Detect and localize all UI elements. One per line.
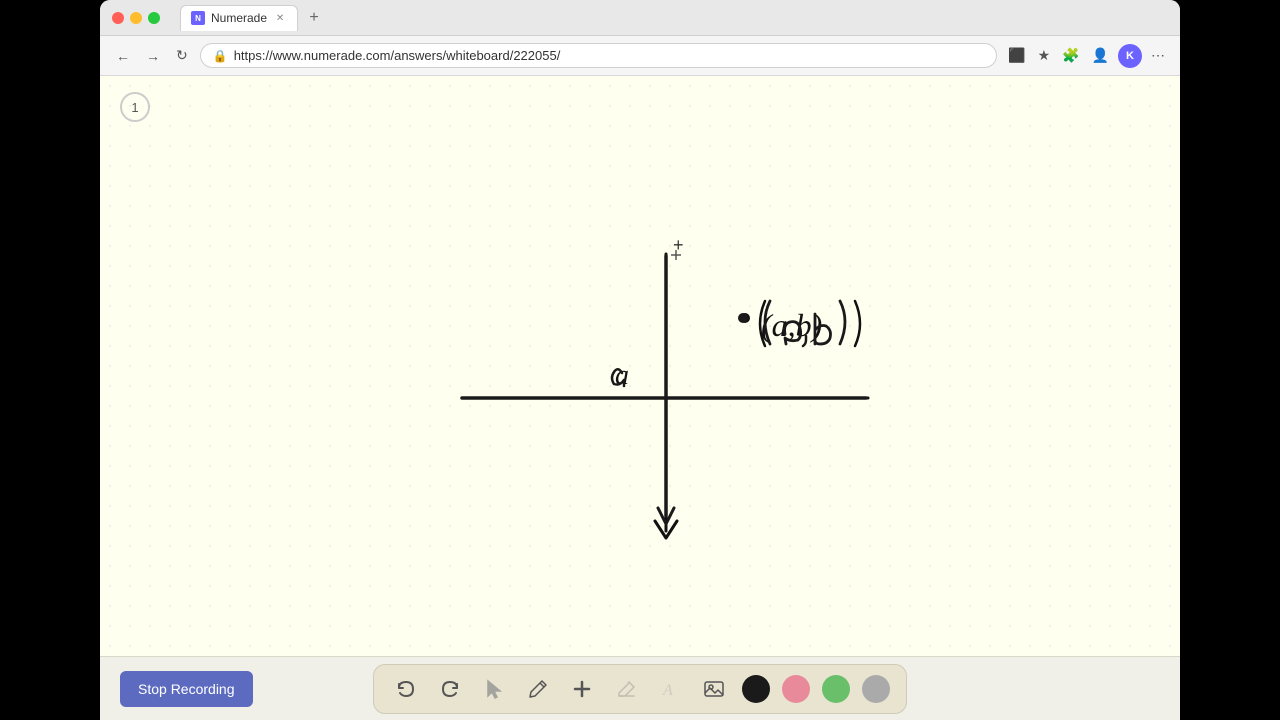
select-icon xyxy=(483,678,505,700)
drawing-tools: A xyxy=(373,664,907,714)
redo-button[interactable] xyxy=(434,673,466,705)
window-controls xyxy=(112,12,160,24)
close-button[interactable] xyxy=(112,12,124,24)
text-icon: A xyxy=(659,678,681,700)
undo-button[interactable] xyxy=(390,673,422,705)
tab-title: Numerade xyxy=(211,11,267,25)
stop-recording-button[interactable]: Stop Recording xyxy=(120,671,253,707)
page-number-badge: 1 xyxy=(120,92,150,122)
pen-icon xyxy=(527,678,549,700)
color-pink-button[interactable] xyxy=(782,675,810,703)
svg-text:a: a xyxy=(615,360,629,391)
bottom-toolbar: Stop Recording xyxy=(100,656,1180,720)
color-gray-button[interactable] xyxy=(862,675,890,703)
color-black-button[interactable] xyxy=(742,675,770,703)
extensions-button[interactable]: 🧩 xyxy=(1059,44,1082,67)
select-tool-button[interactable] xyxy=(478,673,510,705)
title-bar: N Numerade ✕ + xyxy=(100,0,1180,36)
svg-text:A: A xyxy=(662,682,673,699)
drawing-svg: + a (a,b) xyxy=(100,76,1180,656)
image-icon xyxy=(703,678,725,700)
image-button[interactable] xyxy=(698,673,730,705)
lock-icon: 🔒 xyxy=(213,49,228,63)
user-avatar[interactable]: K xyxy=(1118,44,1142,68)
maximize-button[interactable] xyxy=(148,12,160,24)
add-button[interactable] xyxy=(566,673,598,705)
svg-text:+: + xyxy=(673,235,684,255)
refresh-button[interactable]: ↻ xyxy=(172,45,192,66)
bookmark-button[interactable]: ★ xyxy=(1035,44,1054,67)
forward-button[interactable]: → xyxy=(142,46,164,66)
color-green-button[interactable] xyxy=(822,675,850,703)
url-bar[interactable]: 🔒 https://www.numerade.com/answers/white… xyxy=(200,43,997,68)
text-tool-button[interactable]: A xyxy=(654,673,686,705)
tab-close-button[interactable]: ✕ xyxy=(273,11,287,25)
profile-button[interactable]: 👤 xyxy=(1089,44,1112,67)
url-text: https://www.numerade.com/answers/whitebo… xyxy=(234,48,561,63)
browser-toolbar-icons: ⬛ ★ 🧩 👤 K ⋯ xyxy=(1005,44,1168,68)
add-icon xyxy=(571,678,593,700)
tab-favicon: N xyxy=(191,11,205,25)
undo-icon xyxy=(395,678,417,700)
address-bar: ← → ↻ 🔒 https://www.numerade.com/answers… xyxy=(100,36,1180,76)
eraser-icon xyxy=(615,678,637,700)
pen-tool-button[interactable] xyxy=(522,673,554,705)
more-options-button[interactable]: ⋯ xyxy=(1148,44,1168,67)
browser-window: N Numerade ✕ + ← → ↻ 🔒 https://www.numer… xyxy=(100,0,1180,720)
minimize-button[interactable] xyxy=(130,12,142,24)
whiteboard-canvas[interactable]: 1 + a (a,b) xyxy=(100,76,1180,656)
tab-bar: N Numerade ✕ + xyxy=(180,5,1168,31)
redo-icon xyxy=(439,678,461,700)
new-tab-button[interactable]: + xyxy=(302,6,326,30)
cast-button[interactable]: ⬛ xyxy=(1005,44,1028,67)
eraser-button[interactable] xyxy=(610,673,642,705)
back-button[interactable]: ← xyxy=(112,46,134,66)
active-tab[interactable]: N Numerade ✕ xyxy=(180,5,298,31)
svg-text:(a,b): (a,b) xyxy=(761,307,822,343)
